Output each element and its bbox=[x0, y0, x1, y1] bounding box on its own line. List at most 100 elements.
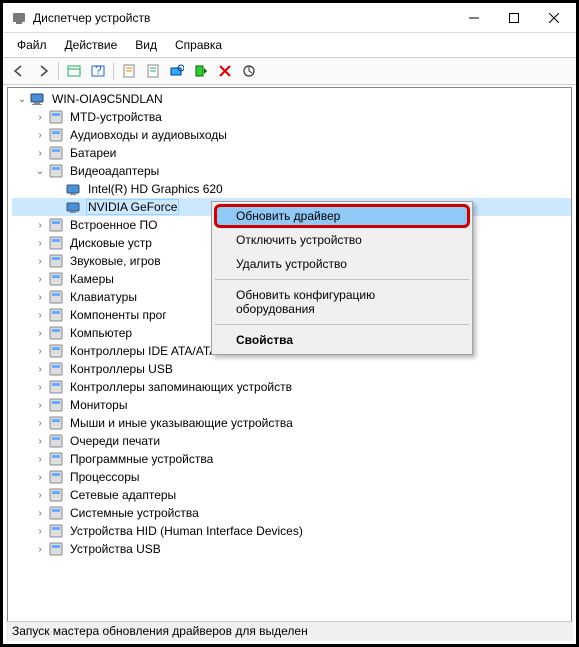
expand-icon[interactable]: ⌄ bbox=[16, 93, 28, 105]
device-category-icon bbox=[48, 433, 64, 449]
scan-hardware-button[interactable] bbox=[165, 60, 189, 82]
tree-category[interactable]: ›Устройства USB bbox=[12, 540, 571, 558]
device-category-icon bbox=[48, 217, 64, 233]
toolbar-separator bbox=[113, 62, 114, 80]
expand-icon[interactable]: › bbox=[34, 417, 46, 429]
device-category-icon bbox=[48, 379, 64, 395]
expand-icon[interactable]: › bbox=[34, 327, 46, 339]
context-properties[interactable]: Свойства bbox=[214, 328, 470, 352]
menu-file[interactable]: Файл bbox=[9, 35, 55, 55]
tree-node-label: Программные устройства bbox=[68, 452, 215, 466]
expand-icon[interactable]: › bbox=[34, 363, 46, 375]
tree-category[interactable]: ›Контроллеры USB bbox=[12, 360, 571, 378]
expand-icon[interactable]: › bbox=[34, 291, 46, 303]
expand-icon[interactable]: › bbox=[34, 381, 46, 393]
expand-icon[interactable]: › bbox=[34, 507, 46, 519]
device-category-icon bbox=[48, 541, 64, 557]
tree-category[interactable]: › Программные устройства bbox=[12, 450, 571, 468]
context-separator bbox=[215, 279, 469, 280]
tree-category[interactable]: ›Процессоры bbox=[12, 468, 571, 486]
context-separator bbox=[215, 324, 469, 325]
tree-node-label: Встроенное ПО bbox=[68, 218, 159, 232]
expand-icon[interactable]: › bbox=[34, 129, 46, 141]
context-update-driver[interactable]: Обновить драйвер bbox=[214, 204, 470, 228]
show-hide-button[interactable] bbox=[62, 60, 86, 82]
uninstall-button[interactable] bbox=[213, 60, 237, 82]
tree-root-node[interactable]: ⌄ WIN-OIA9C5NDLAN bbox=[12, 90, 571, 108]
device-category-icon bbox=[48, 325, 64, 341]
expand-icon[interactable]: › bbox=[34, 453, 46, 465]
device-category-icon bbox=[48, 487, 64, 503]
context-scan[interactable]: Обновить конфигурацию оборудования bbox=[214, 283, 470, 321]
expand-icon[interactable]: › bbox=[34, 471, 46, 483]
expand-icon[interactable]: › bbox=[34, 273, 46, 285]
tree-node-label: Видеоадаптеры bbox=[68, 164, 161, 178]
enable-device-button[interactable] bbox=[189, 60, 213, 82]
expand-spacer bbox=[52, 183, 64, 195]
status-text: Запуск мастера обновления драйверов для … bbox=[12, 624, 308, 638]
tree-node-label: Intel(R) HD Graphics 620 bbox=[86, 182, 225, 196]
back-button[interactable] bbox=[7, 60, 31, 82]
tree-node-label: Контроллеры запоминающих устройств bbox=[68, 380, 294, 394]
tree-node-label: Очереди печати bbox=[68, 434, 162, 448]
tree-node-label: Устройства HID (Human Interface Devices) bbox=[68, 524, 305, 538]
expand-icon[interactable]: › bbox=[34, 399, 46, 411]
menu-help[interactable]: Справка bbox=[167, 35, 230, 55]
tree-category[interactable]: ›Батареи bbox=[12, 144, 571, 162]
tree-category[interactable]: › MTD-устройства bbox=[12, 108, 571, 126]
expand-icon[interactable]: › bbox=[34, 111, 46, 123]
device-tree[interactable]: ⌄ WIN-OIA9C5NDLAN › MTD-устройства ›Аудиовхо… bbox=[7, 87, 572, 627]
expand-icon[interactable]: › bbox=[34, 489, 46, 501]
expand-icon[interactable]: › bbox=[34, 255, 46, 267]
close-button[interactable] bbox=[534, 4, 574, 32]
menu-action[interactable]: Действие bbox=[57, 35, 126, 55]
properties-button[interactable] bbox=[117, 60, 141, 82]
tree-node-label: Компоненты прог bbox=[68, 308, 169, 322]
expand-icon[interactable]: › bbox=[34, 219, 46, 231]
tree-category[interactable]: ›Мыши и иные указывающие устройства bbox=[12, 414, 571, 432]
tree-node-label: Контроллеры IDE ATA/ATAPI bbox=[68, 344, 231, 358]
update-driver-button[interactable] bbox=[237, 60, 261, 82]
display-adapter-icon bbox=[66, 181, 82, 197]
device-category-icon bbox=[48, 109, 64, 125]
expand-icon[interactable]: › bbox=[34, 147, 46, 159]
tree-node-label: MTD-устройства bbox=[68, 110, 164, 124]
tree-category[interactable]: › Мониторы bbox=[12, 396, 571, 414]
expand-icon[interactable]: › bbox=[34, 345, 46, 357]
expand-icon[interactable]: › bbox=[34, 435, 46, 447]
maximize-button[interactable] bbox=[494, 4, 534, 32]
tree-category[interactable]: › Устройства HID (Human Interface Devices… bbox=[12, 522, 571, 540]
help-button[interactable]: ? bbox=[86, 60, 110, 82]
minimize-button[interactable] bbox=[454, 4, 494, 32]
window-controls bbox=[454, 4, 574, 32]
expand-icon[interactable]: › bbox=[34, 309, 46, 321]
device-category-icon bbox=[48, 523, 64, 539]
tree-category[interactable]: › Очереди печати bbox=[12, 432, 571, 450]
computer-icon bbox=[30, 91, 46, 107]
expand-icon[interactable]: ⌄ bbox=[34, 165, 46, 177]
tree-node-label: Компьютер bbox=[68, 326, 134, 340]
context-uninstall[interactable]: Удалить устройство bbox=[214, 252, 470, 276]
svg-text:?: ? bbox=[95, 64, 102, 77]
tree-category[interactable]: ⌄ Видеоадаптеры bbox=[12, 162, 571, 180]
expand-icon[interactable]: › bbox=[34, 543, 46, 555]
tree-category[interactable]: › Контроллеры запоминающих устройств bbox=[12, 378, 571, 396]
tree-node-label: Звуковые, игров bbox=[68, 254, 163, 268]
tree-category[interactable]: ›Аудиовходы и аудиовыходы bbox=[12, 126, 571, 144]
menu-view[interactable]: Вид bbox=[127, 35, 165, 55]
tree-category[interactable]: ›Системные устройства bbox=[12, 504, 571, 522]
forward-button[interactable] bbox=[31, 60, 55, 82]
device-category-icon bbox=[48, 289, 64, 305]
tree-node-label: WIN-OIA9C5NDLAN bbox=[50, 92, 165, 106]
properties2-button[interactable] bbox=[141, 60, 165, 82]
expand-icon[interactable]: › bbox=[34, 525, 46, 537]
device-category-icon bbox=[48, 469, 64, 485]
expand-icon[interactable]: › bbox=[34, 237, 46, 249]
tree-device[interactable]: Intel(R) HD Graphics 620 bbox=[12, 180, 571, 198]
tree-node-label: Мониторы bbox=[68, 398, 129, 412]
statusbar: Запуск мастера обновления драйверов для … bbox=[6, 621, 573, 641]
device-category-icon bbox=[48, 451, 64, 467]
context-disable[interactable]: Отключить устройство bbox=[214, 228, 470, 252]
tree-category[interactable]: ›Сетевые адаптеры bbox=[12, 486, 571, 504]
tree-node-label: Дисковые устр bbox=[68, 236, 154, 250]
